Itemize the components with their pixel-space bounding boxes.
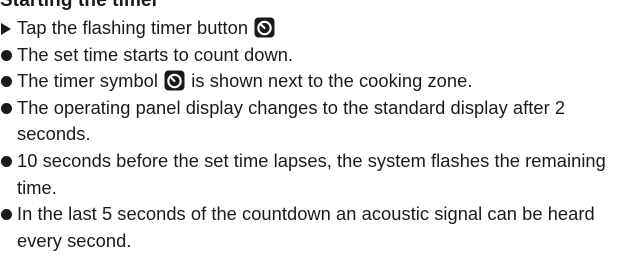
list-item-text: In the last 5 seconds of the countdown a… (17, 203, 595, 251)
step-text: Tap the flashing timer button (17, 17, 249, 38)
list-item: The operating panel display changes to t… (0, 95, 632, 148)
list-item-text: The set time starts to count down. (17, 43, 294, 65)
list-item-text: 10 seconds before the set time lapses, t… (17, 149, 606, 198)
bullet-icon (1, 209, 12, 221)
list-item: The timer symbol is shown next to the co… (0, 68, 632, 95)
bullet-icon (1, 102, 12, 114)
section-heading: Starting the timer (0, 0, 160, 11)
list-item-text-after-icon: is shown next to the cooking zone. (191, 70, 473, 92)
list-item-text-before-icon: The timer symbol (17, 70, 158, 92)
instruction-section: Starting the timer Tap the flashing time… (0, 0, 632, 279)
instruction-step: Tap the flashing timer button (0, 15, 632, 42)
timer-icon (254, 17, 275, 38)
list-item-text: The operating panel display changes to t… (17, 96, 566, 145)
bullet-icon (1, 155, 12, 167)
list-item: In the last 5 seconds of the countdown a… (0, 201, 632, 254)
list-item: 10 seconds before the set time lapses, t… (0, 148, 632, 201)
bullet-icon (1, 49, 12, 61)
instruction-list: Tap the flashing timer button The set ti… (0, 15, 632, 254)
step-arrow-icon (1, 23, 11, 35)
timer-icon (164, 70, 185, 91)
list-item: The set time starts to count down. (0, 42, 632, 69)
bullet-icon (1, 76, 12, 88)
